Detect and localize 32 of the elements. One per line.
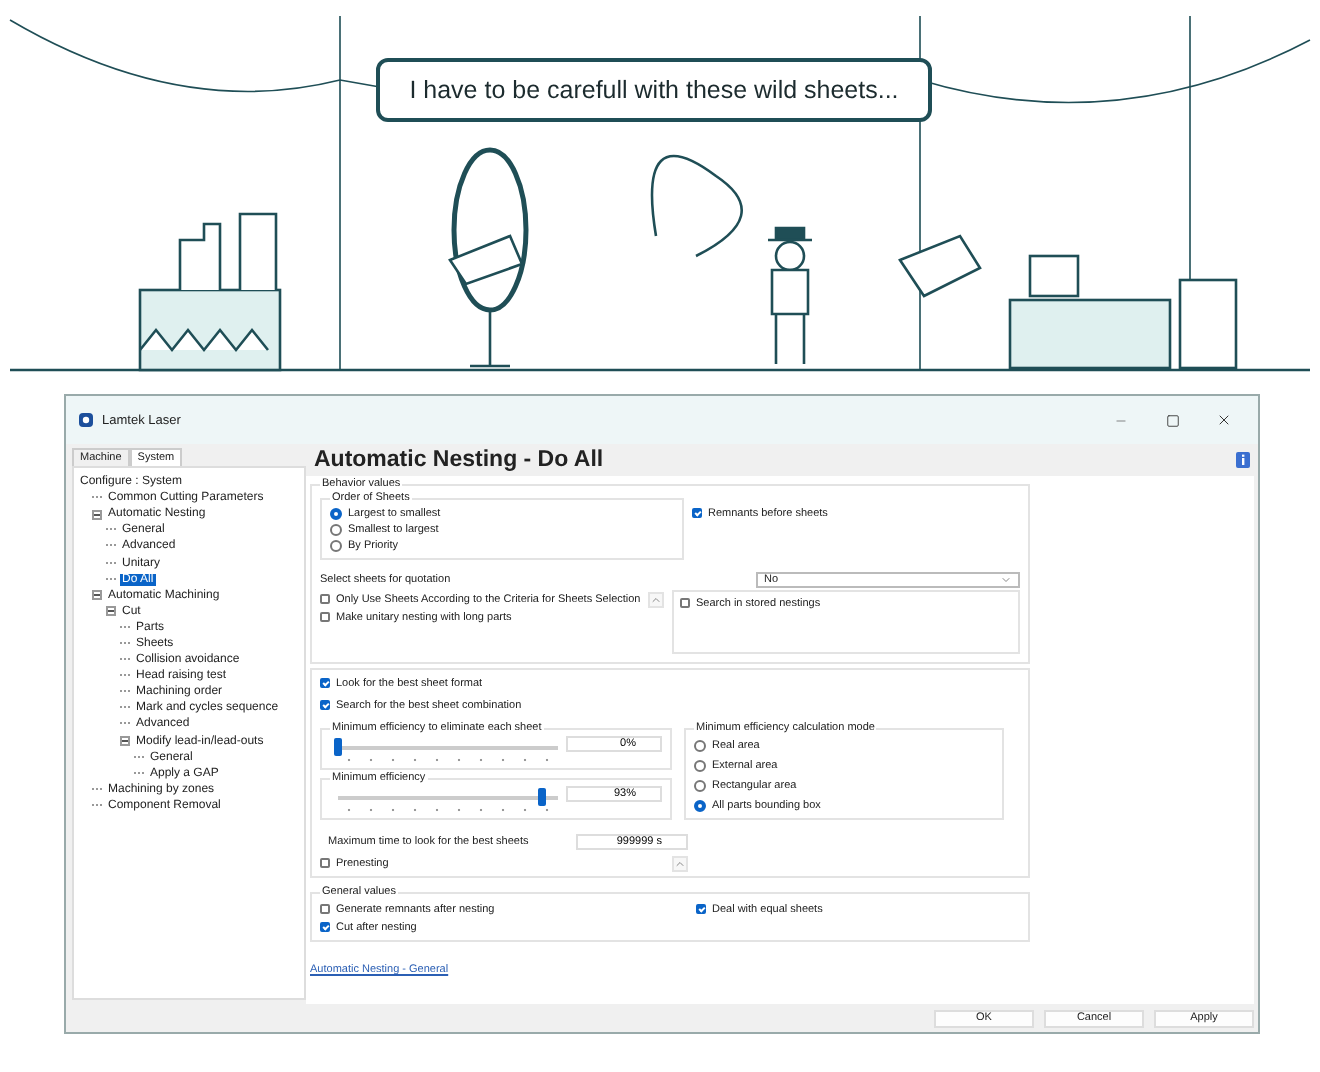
expand-toggle[interactable] (92, 509, 102, 520)
expand-toggle[interactable] (120, 736, 130, 747)
radio-button[interactable] (694, 799, 706, 811)
checkbox[interactable] (320, 904, 330, 914)
expand-toggle[interactable] (92, 590, 102, 601)
speech-bubble: I have to be carefull with these wild sheets... (376, 58, 932, 122)
slider-thumb[interactable] (334, 738, 342, 756)
chevron-down-icon (1000, 573, 1012, 585)
app-logo-icon (78, 412, 94, 428)
radio-button[interactable] (694, 759, 706, 771)
checkbox[interactable] (320, 678, 330, 688)
radio-button[interactable] (330, 540, 342, 553)
slider-thumb[interactable] (538, 788, 547, 806)
checkbox[interactable] (320, 922, 330, 932)
maximize-icon (1165, 413, 1179, 427)
page-title: Automatic Nesting - Do All (314, 448, 604, 472)
chevron-up-icon (674, 857, 686, 869)
radio-button[interactable] (330, 523, 342, 536)
checkbox[interactable] (692, 508, 702, 518)
radio-button[interactable] (694, 739, 706, 751)
checkbox[interactable] (320, 700, 330, 710)
checkbox[interactable] (320, 594, 330, 604)
help-icon[interactable] (1236, 452, 1250, 468)
close-icon (1216, 412, 1232, 428)
expand-toggle[interactable] (106, 606, 116, 617)
radio-button[interactable] (694, 779, 706, 791)
chevron-up-icon (650, 593, 662, 605)
radio-button[interactable] (330, 507, 342, 520)
checkbox[interactable] (696, 904, 706, 914)
checkbox[interactable] (320, 612, 330, 622)
checkbox[interactable] (680, 598, 690, 608)
checkbox[interactable] (320, 858, 330, 868)
